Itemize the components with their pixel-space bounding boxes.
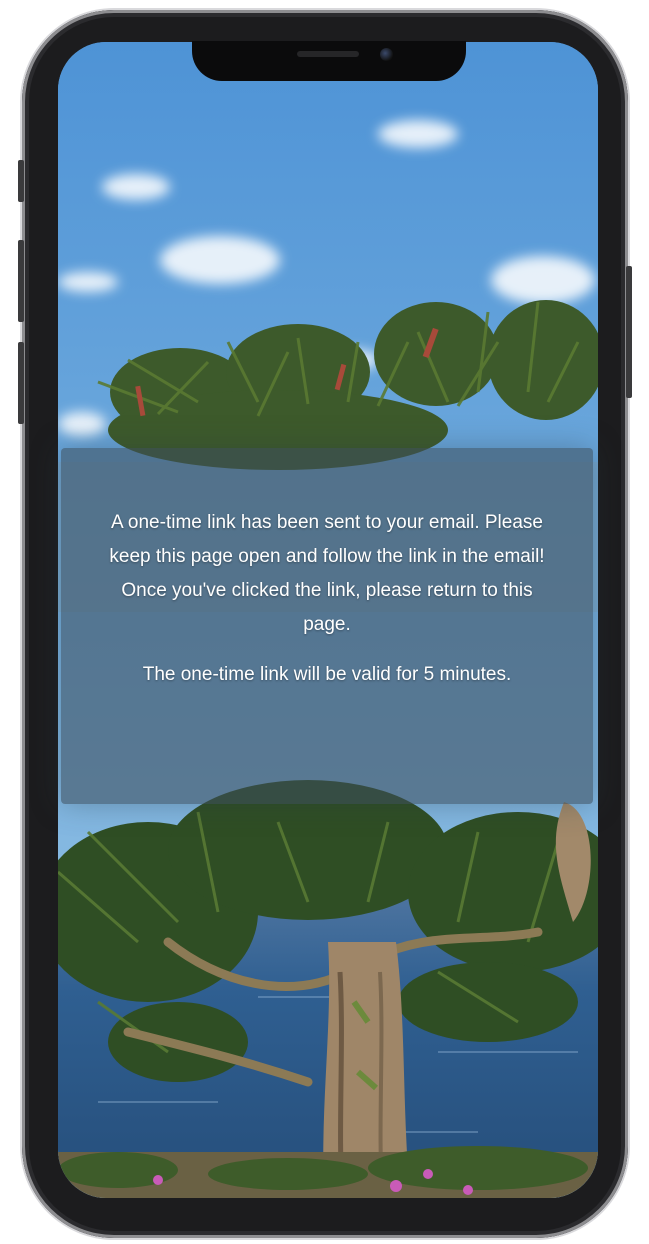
message-panel: A one-time link has been sent to your em… (61, 448, 593, 804)
volume-up-button (18, 240, 24, 322)
power-button (626, 266, 632, 398)
volume-down-button (18, 342, 24, 424)
phone-notch (192, 41, 466, 81)
link-sent-message: A one-time link has been sent to your em… (109, 512, 545, 635)
camera-icon (380, 48, 393, 61)
speaker-grille-icon (297, 51, 359, 57)
silent-switch (18, 160, 24, 202)
link-validity-message: The one-time link will be valid for 5 mi… (142, 664, 512, 685)
